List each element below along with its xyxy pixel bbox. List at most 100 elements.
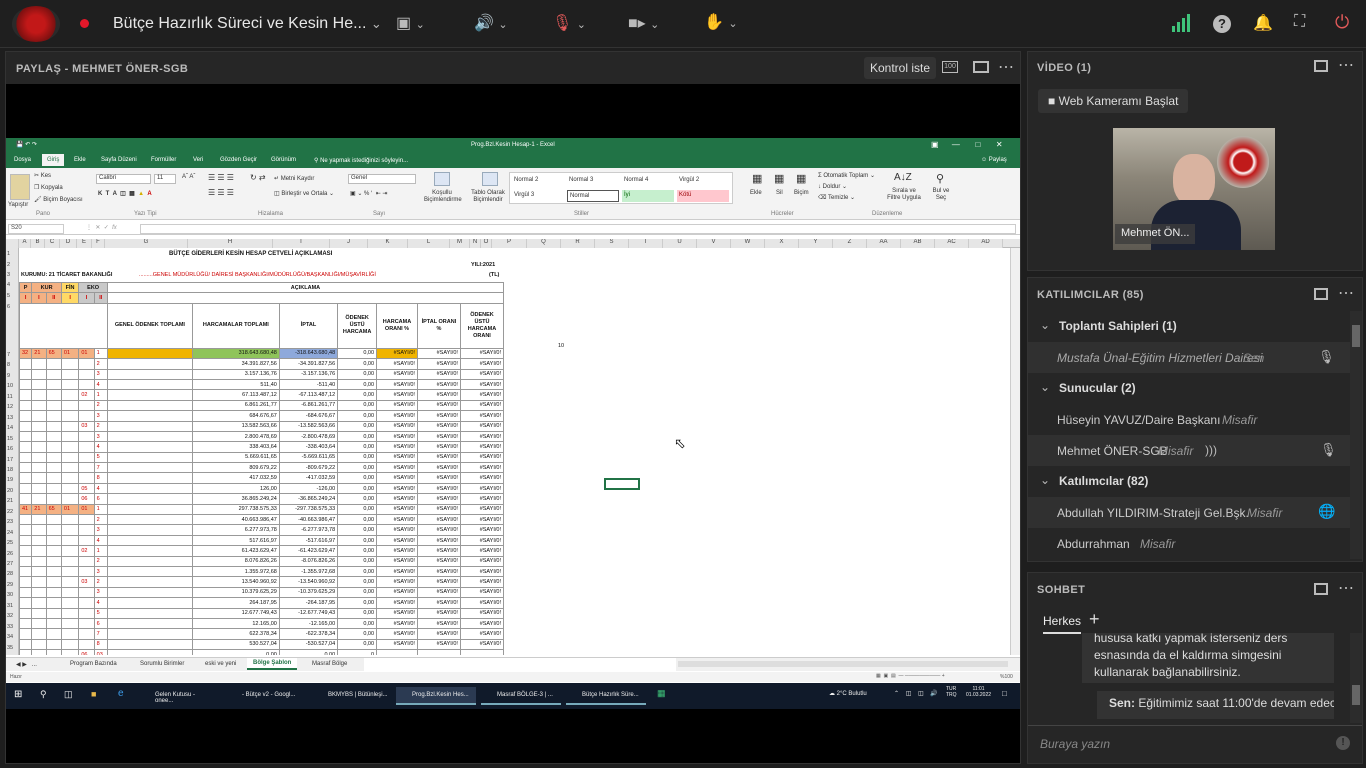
iptal-cell[interactable]: -1.355.972,68: [278, 565, 339, 578]
odenek-ustu-cell[interactable]: 0,00: [337, 347, 378, 360]
row-header[interactable]: 24: [7, 530, 13, 536]
ratio-cell[interactable]: [459, 649, 505, 655]
genel-odenek-cell[interactable]: [106, 472, 193, 484]
ratio-cell[interactable]: #SAYI/0!: [416, 430, 461, 443]
ratio-cell[interactable]: #SAYI/0!: [459, 430, 505, 443]
table-row[interactable]: 3 1.355.972,68 -1.355.972,68 0,00 #SAYI/0! #S…: [18, 565, 505, 578]
table-row[interactable]: 03 2 13.582.563,66 -13.582.563,66 0,00 #SAYI/…: [18, 420, 505, 432]
style-virgul-3[interactable]: Virgül 3: [512, 190, 564, 202]
cut-button[interactable]: ✂ Kes: [34, 172, 51, 179]
harcama-cell[interactable]: 3.157.136,76: [191, 368, 280, 380]
meeting-title[interactable]: Bütçe Hazırlık Süreci ve Kesin He... ⌄: [113, 15, 382, 33]
column-header-i[interactable]: I: [273, 239, 330, 248]
code-cell[interactable]: [45, 545, 62, 557]
code-cell[interactable]: [78, 462, 95, 474]
ratio-cell[interactable]: #SAYI/0!: [459, 534, 505, 547]
genel-odenek-cell[interactable]: [106, 482, 193, 495]
column-header-y[interactable]: Y: [799, 239, 833, 248]
code-cell[interactable]: 5: [93, 451, 108, 464]
code-cell[interactable]: [60, 378, 80, 391]
code-cell[interactable]: [18, 493, 33, 505]
pod-fullscreen-icon[interactable]: [1314, 583, 1328, 595]
code-cell[interactable]: 1: [93, 389, 108, 401]
code-cell[interactable]: [60, 607, 80, 619]
table-format-icon[interactable]: [482, 172, 498, 186]
tab-gorunum[interactable]: Görünüm: [271, 157, 296, 163]
code-cell[interactable]: [45, 534, 62, 547]
genel-odenek-cell[interactable]: [106, 617, 193, 630]
table-row[interactable]: 06 6 36.865.249,24 -36.865.249,24 0,00 #SAYI/…: [18, 493, 505, 505]
code-cell[interactable]: [31, 534, 47, 547]
copy-button[interactable]: ❐ Kopyala: [34, 184, 63, 191]
code-cell[interactable]: [60, 576, 80, 588]
code-cell[interactable]: 4: [93, 441, 108, 453]
iptal-cell[interactable]: -10.379.625,29: [278, 586, 339, 599]
column-header-k[interactable]: K: [368, 239, 408, 248]
row-header[interactable]: 1: [7, 251, 10, 257]
harcama-cell[interactable]: 6.277.973,78: [191, 524, 280, 536]
iptal-cell[interactable]: -684.676,67: [278, 410, 339, 422]
ratio-cell[interactable]: #SAYI/0!: [416, 565, 461, 578]
participant-host[interactable]: Mustafa Ünal-Eğitim Hizmetleri Dairesi S…: [1028, 342, 1350, 373]
code-cell[interactable]: [18, 576, 33, 588]
code-cell[interactable]: [31, 462, 47, 474]
code-cell[interactable]: 5: [93, 607, 108, 619]
genel-odenek-cell[interactable]: [106, 358, 193, 370]
odenek-ustu-cell[interactable]: 0,00: [337, 493, 378, 505]
conditional-format-icon[interactable]: [434, 172, 450, 186]
code-cell[interactable]: 3: [93, 565, 108, 578]
code-cell[interactable]: 3: [93, 586, 108, 599]
taskbar-app-icon[interactable]: ▦: [657, 688, 666, 699]
ratio-cell[interactable]: #SAYI/0!: [459, 576, 505, 588]
table-row[interactable]: 3 6.277.973,78 -6.277.973,78 0,00 #SAYI/0! #S…: [18, 524, 505, 536]
odenek-ustu-cell[interactable]: 0,00: [337, 503, 378, 516]
sheet-nav-arrows[interactable]: ◀ ▶ ...: [16, 661, 40, 668]
iptal-cell[interactable]: -5.669.611,65: [278, 451, 339, 464]
code-cell[interactable]: [60, 472, 80, 484]
ratio-cell[interactable]: #SAYI/0!: [459, 607, 505, 619]
sheet-content[interactable]: BÜTÇE GİDERLERİ KESİN HESAP CETVELİ AÇIK…: [18, 248, 505, 655]
code-cell[interactable]: [45, 576, 62, 588]
harcama-cell[interactable]: 5.669.611,65: [191, 451, 280, 464]
odenek-ustu-cell[interactable]: 0,00: [337, 514, 378, 526]
code-cell[interactable]: 01: [78, 347, 95, 360]
code-cell[interactable]: [60, 462, 80, 474]
ratio-cell[interactable]: #SAYI/0!: [376, 503, 418, 516]
row-header[interactable]: 35: [7, 645, 13, 651]
harcama-cell[interactable]: 10.379.625,29: [191, 586, 280, 599]
format-cells-button[interactable]: Biçim: [794, 190, 809, 196]
genel-odenek-cell[interactable]: [106, 514, 193, 526]
code-cell[interactable]: [78, 565, 95, 578]
row-header[interactable]: 20: [7, 488, 13, 494]
row-header[interactable]: 27: [7, 561, 13, 567]
tab-ekle[interactable]: Ekle: [74, 157, 86, 163]
view-buttons[interactable]: ▦ ▣ ▤ — ────────── +: [876, 673, 945, 679]
taskbar-item-excel-2[interactable]: Masraf BÖLGE-3 | ...: [481, 687, 561, 705]
font-grow-icon[interactable]: Aˆ Aˇ: [182, 174, 195, 180]
odenek-ustu-cell[interactable]: 0,00: [337, 389, 378, 401]
code-cell[interactable]: 7: [93, 628, 108, 640]
code-cell[interactable]: [45, 399, 62, 412]
code-cell[interactable]: [60, 358, 80, 370]
odenek-ustu-cell[interactable]: 0,00: [337, 482, 378, 495]
code-cell[interactable]: [31, 576, 47, 588]
request-control-button[interactable]: Kontrol iste: [864, 57, 937, 79]
code-cell[interactable]: 3: [93, 524, 108, 536]
table-row[interactable]: 7 622.378,34 -622.378,34 0,00 #SAYI/0! #SAYI/…: [18, 628, 505, 640]
section-presenters[interactable]: ⌄ Sunucular (2): [1028, 373, 1350, 404]
code-cell[interactable]: [45, 638, 62, 651]
code-cell[interactable]: 03: [93, 649, 108, 655]
odenek-ustu-cell[interactable]: 0,00: [337, 472, 378, 484]
ratio-cell[interactable]: #SAYI/0!: [459, 368, 505, 380]
code-cell[interactable]: [45, 441, 62, 453]
code-cell[interactable]: [45, 607, 62, 619]
ratio-cell[interactable]: #SAYI/0!: [376, 462, 418, 474]
currency-percent-buttons[interactable]: ▣ ⌄ % ‘ ⇤ ⇥: [350, 190, 387, 197]
column-header-q[interactable]: Q: [527, 239, 561, 248]
iptal-cell[interactable]: -12.677.749,43: [278, 607, 339, 619]
code-cell[interactable]: 03: [78, 576, 95, 588]
tab-sayfa-duzeni[interactable]: Sayfa Düzeni: [101, 157, 137, 163]
ratio-cell[interactable]: #SAYI/0!: [376, 514, 418, 526]
code-cell[interactable]: 06: [78, 649, 95, 655]
column-header-g[interactable]: G: [105, 239, 188, 248]
